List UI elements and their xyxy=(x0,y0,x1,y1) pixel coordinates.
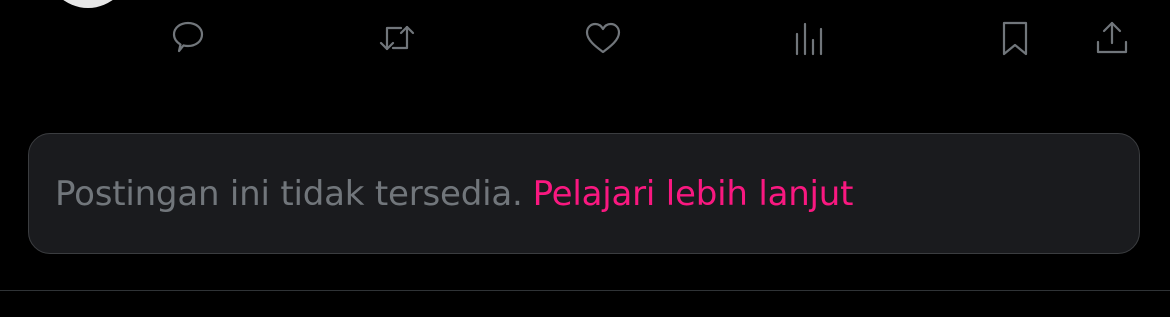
repost-button[interactable] xyxy=(373,14,421,62)
reply-icon xyxy=(172,21,204,53)
unavailable-post-notice: Postingan ini tidak tersedia. Pelajari l… xyxy=(28,133,1140,254)
views-button[interactable] xyxy=(785,14,833,62)
reply-button[interactable] xyxy=(164,14,212,62)
divider xyxy=(0,290,1170,291)
heart-icon xyxy=(585,22,621,54)
share-button[interactable] xyxy=(1088,14,1136,62)
notice-text: Postingan ini tidak tersedia. xyxy=(55,173,523,214)
bookmark-icon xyxy=(1002,21,1028,56)
learn-more-link[interactable]: Pelajari lebih lanjut xyxy=(533,174,854,214)
repost-icon xyxy=(379,25,415,51)
share-icon xyxy=(1096,21,1128,54)
bookmark-button[interactable] xyxy=(991,14,1039,62)
like-button[interactable] xyxy=(579,14,627,62)
post-action-bar xyxy=(0,0,1170,80)
analytics-icon xyxy=(795,22,823,56)
